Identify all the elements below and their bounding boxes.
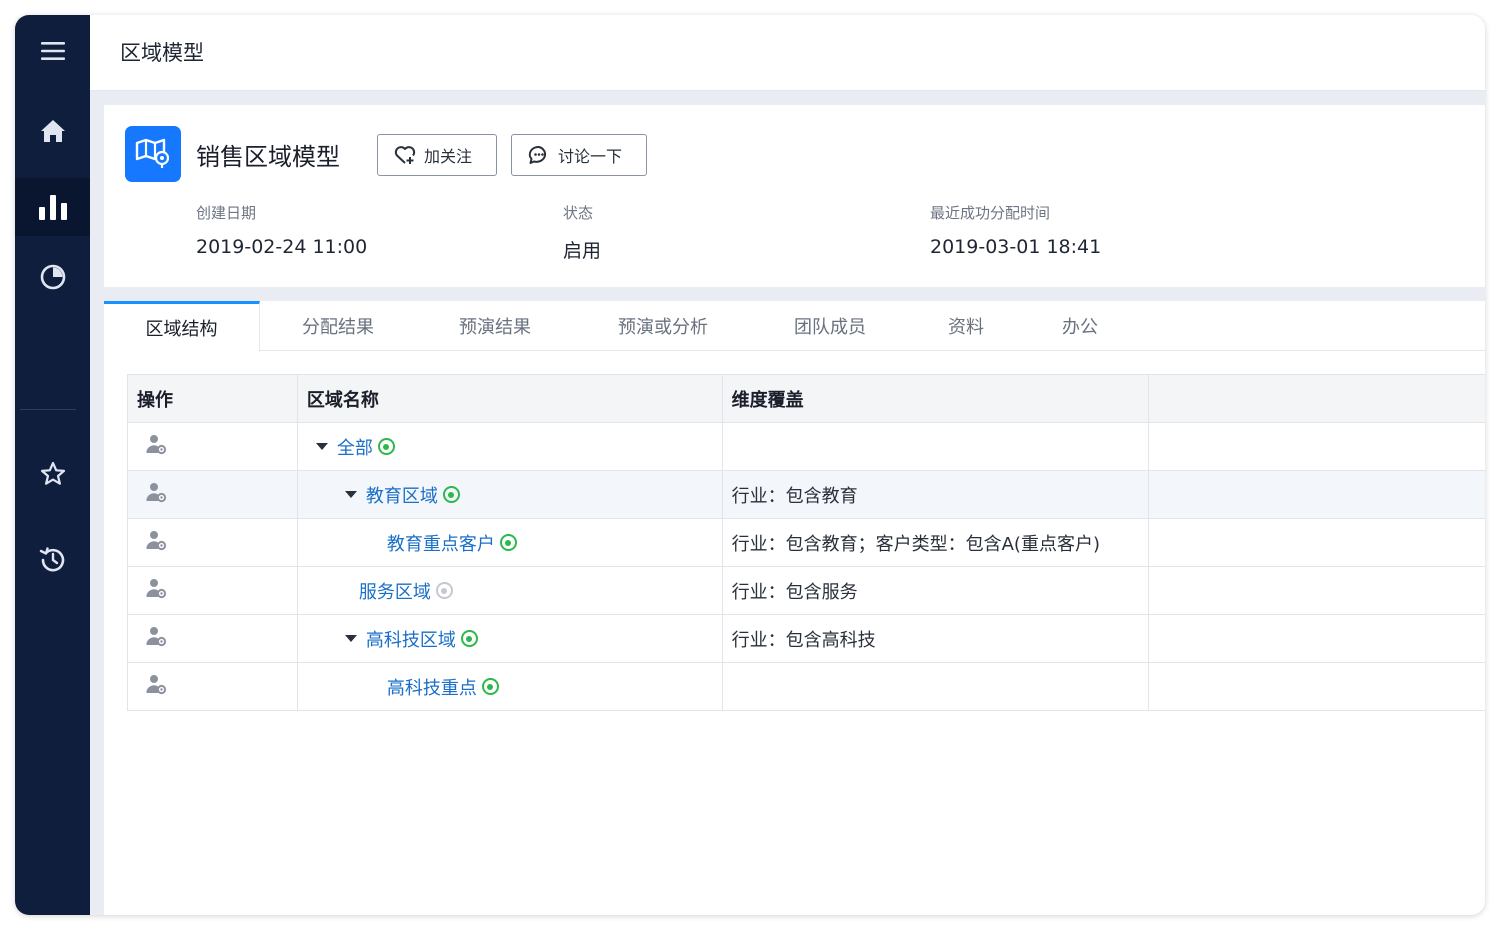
region-name[interactable]: 全部 <box>315 434 395 460</box>
discuss-label: 讨论一下 <box>558 147 623 166</box>
table-header-row: 操作 区域名称 维度覆盖 <box>127 374 1485 423</box>
status-on-icon <box>377 438 395 455</box>
coverage-cell: 行业：包含教育；客户类型：包含A(重点客户) <box>721 518 1150 567</box>
last-assign-label: 最近成功分配时间 <box>930 204 1051 222</box>
follow-button[interactable]: 加关注 <box>377 134 497 176</box>
star-icon[interactable] <box>15 445 90 503</box>
status-value: 启用 <box>563 240 602 262</box>
tab-assign-result[interactable]: 分配结果 <box>280 301 396 351</box>
table-row: 教育区域 行业：包含教育 <box>127 470 1485 519</box>
bar-chart-icon[interactable] <box>15 178 90 236</box>
home-icon[interactable] <box>15 102 90 160</box>
coverage-cell <box>721 662 1150 711</box>
model-info-card: 销售区域模型 加关注 讨论一下 创建日期 2019-02-24 11:00 状态… <box>104 105 1485 287</box>
region-table: 操作 区域名称 维度覆盖 全部 教育区域 行业：包含教育 教育重点客户 行业：包… <box>127 374 1485 711</box>
follow-label: 加关注 <box>424 147 473 166</box>
tab-region-structure[interactable]: 区域结构 <box>104 301 260 352</box>
model-title: 销售区域模型 <box>196 143 340 171</box>
map-icon <box>125 126 181 182</box>
tab-preview-result[interactable]: 预演结果 <box>437 301 553 351</box>
status-on-icon <box>481 678 499 695</box>
menu-icon[interactable] <box>15 22 90 80</box>
heart-add-icon <box>394 146 416 164</box>
tab-bar: 区域结构 分配结果 预演结果 预演或分析 团队成员 资料 办公 <box>104 301 1485 352</box>
discuss-button[interactable]: 讨论一下 <box>511 134 647 176</box>
tab-preview-analysis[interactable]: 预演或分析 <box>600 301 726 351</box>
sidebar-divider <box>20 409 76 410</box>
status-on-icon <box>460 630 478 647</box>
status-off-icon <box>435 582 453 599</box>
status-label: 状态 <box>563 204 594 222</box>
user-settings-icon[interactable] <box>145 673 167 695</box>
coverage-cell: 行业：包含高科技 <box>721 614 1150 663</box>
header-region-name: 区域名称 <box>296 374 723 423</box>
table-row: 服务区域 行业：包含服务 <box>127 566 1485 615</box>
status-on-icon <box>442 486 460 503</box>
user-settings-icon[interactable] <box>145 529 167 551</box>
status-on-icon <box>499 534 517 551</box>
coverage-cell: 行业：包含教育 <box>721 470 1150 519</box>
user-settings-icon[interactable] <box>145 577 167 599</box>
coverage-cell <box>721 422 1150 471</box>
user-settings-icon[interactable] <box>145 481 167 503</box>
header-empty <box>1148 374 1485 423</box>
tab-documents[interactable]: 资料 <box>926 301 1006 351</box>
region-name[interactable]: 教育区域 <box>344 482 460 508</box>
top-bar: 区域模型 <box>90 15 1485 91</box>
table-row: 全部 <box>127 422 1485 471</box>
table-row: 教育重点客户 行业：包含教育；客户类型：包含A(重点客户) <box>127 518 1485 567</box>
region-name[interactable]: 高科技重点 <box>387 674 499 700</box>
region-name[interactable]: 服务区域 <box>359 578 453 604</box>
pie-chart-icon[interactable] <box>15 248 90 306</box>
created-date-label: 创建日期 <box>196 204 257 222</box>
header-coverage: 维度覆盖 <box>721 374 1150 423</box>
tab-team-members[interactable]: 团队成员 <box>772 301 888 351</box>
history-icon[interactable] <box>15 531 90 589</box>
table-row: 高科技重点 <box>127 662 1485 711</box>
region-name[interactable]: 教育重点客户 <box>387 530 517 556</box>
created-date-value: 2019-02-24 11:00 <box>196 236 368 258</box>
sidebar <box>15 15 90 915</box>
header-action: 操作 <box>127 374 298 423</box>
user-settings-icon[interactable] <box>145 625 167 647</box>
main-panel: 区域结构 分配结果 预演结果 预演或分析 团队成员 资料 办公 操作 区域名称 … <box>104 301 1485 915</box>
coverage-cell: 行业：包含服务 <box>721 566 1150 615</box>
caret-down-icon[interactable] <box>344 635 357 642</box>
tab-office[interactable]: 办公 <box>1040 301 1120 351</box>
caret-down-icon[interactable] <box>315 443 328 450</box>
region-name[interactable]: 高科技区域 <box>344 626 478 652</box>
table-row: 高科技区域 行业：包含高科技 <box>127 614 1485 663</box>
user-settings-icon[interactable] <box>145 433 167 455</box>
chat-icon <box>528 145 547 164</box>
last-assign-value: 2019-03-01 18:41 <box>930 236 1102 258</box>
page-title: 区域模型 <box>120 41 204 65</box>
caret-down-icon[interactable] <box>344 491 357 498</box>
app-window: 区域模型 销售区域模型 加关注 讨论一下 创建日期 2019-02-24 11:… <box>15 15 1485 915</box>
